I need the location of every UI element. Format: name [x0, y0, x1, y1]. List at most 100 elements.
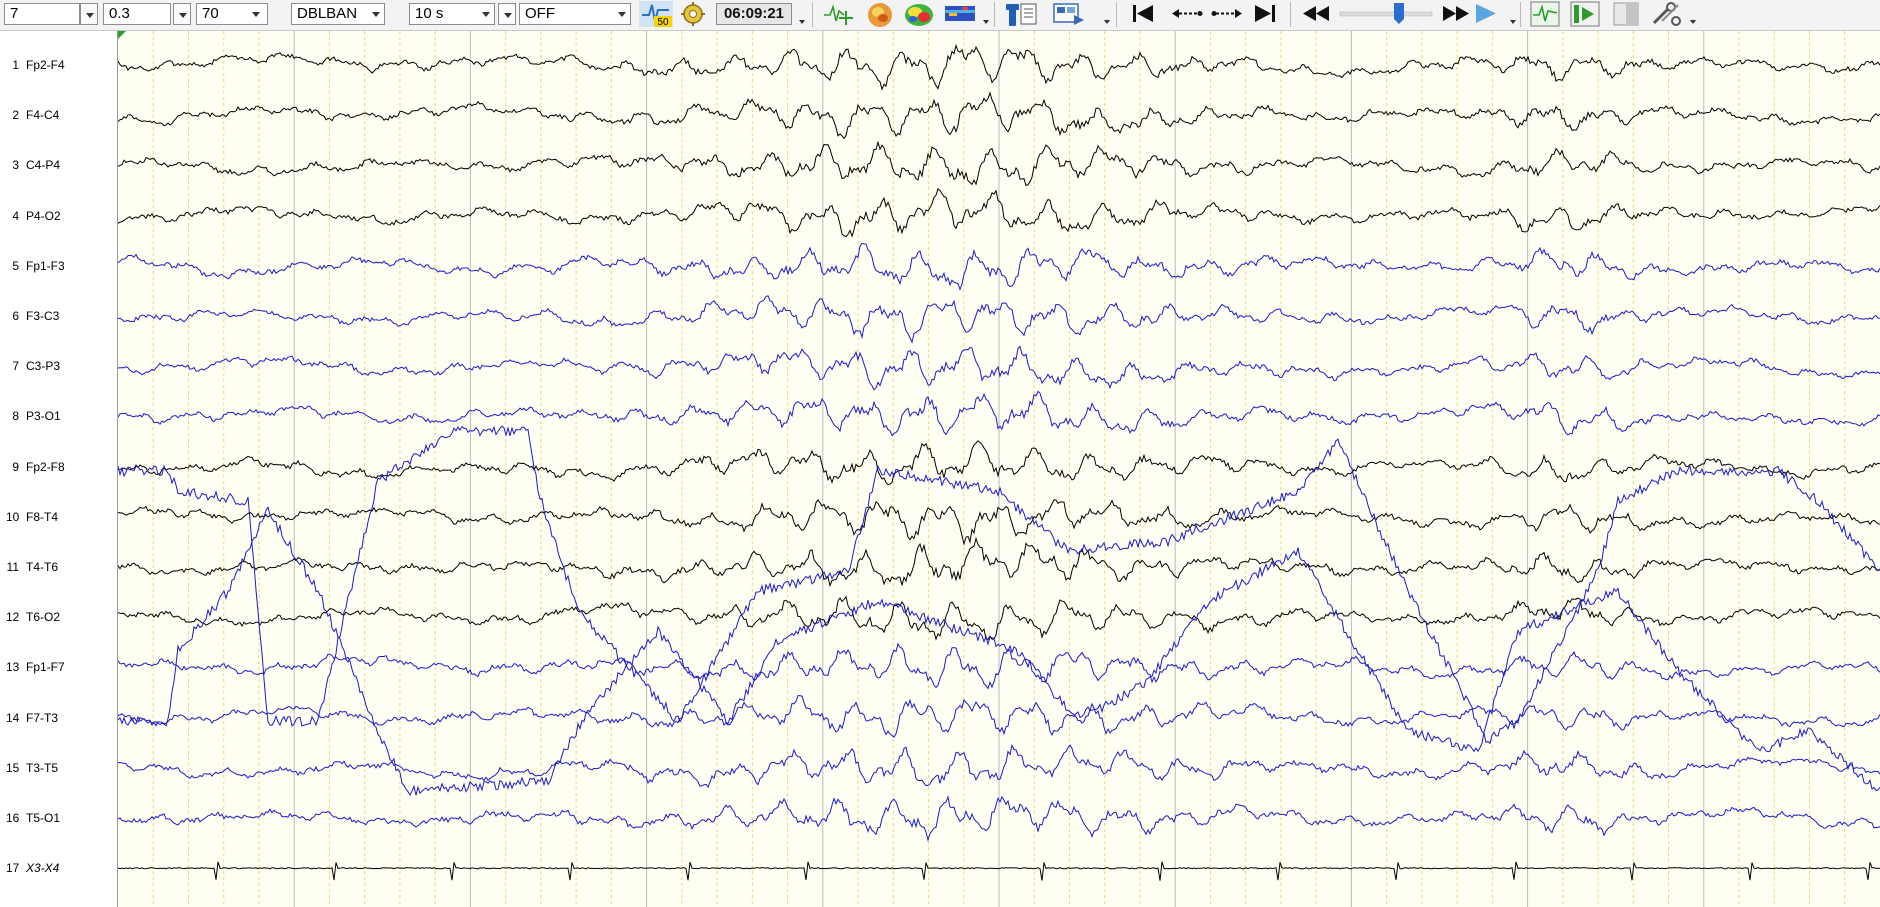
timebase-dropdown[interactable] [477, 4, 495, 24]
timebase-select[interactable]: 10 s [409, 3, 495, 25]
notch-select[interactable]: OFF [519, 3, 631, 25]
channel-label-17[interactable]: 17 X3-X4 [0, 859, 115, 877]
tools-icon[interactable] [1650, 1, 1684, 27]
low-filter-value: 0.3 [109, 5, 130, 22]
channel-label-7[interactable]: 7 C3-P3 [0, 357, 115, 375]
high-filter-value: 70 [202, 5, 219, 22]
toolbar-separator [994, 2, 995, 27]
channel-label-5[interactable]: 5 Fp1-F3 [0, 257, 115, 275]
channel-name: C4-P4 [26, 158, 61, 173]
go-end-icon[interactable] [1250, 1, 1280, 27]
channel-label-3[interactable]: 3 C4-P4 [0, 156, 115, 174]
channel-name: T4-T6 [26, 560, 59, 574]
window-icon[interactable] [1612, 1, 1640, 27]
page-start-marker [118, 31, 126, 39]
notch-badge-text: 50 [657, 17, 669, 27]
channel-number: 5 [12, 258, 19, 273]
channel-name: X3-X4 [26, 861, 60, 876]
head-map-icon[interactable] [864, 1, 896, 27]
eeg-waveform-canvas[interactable] [118, 31, 1880, 907]
notch-dropdown[interactable] [613, 4, 631, 24]
channel-name: F4-C4 [26, 108, 60, 123]
topo-map-icon[interactable] [902, 1, 936, 27]
channel-label-2[interactable]: 2 F4-C4 [0, 106, 115, 124]
channel-label-16[interactable]: 16 T5-O1 [0, 809, 115, 827]
channel-number: 14 [6, 710, 20, 725]
speed-slider[interactable] [1338, 1, 1434, 27]
montage-dropdown[interactable] [367, 4, 385, 24]
channel-number: 10 [6, 509, 20, 524]
time-dropdown[interactable] [799, 20, 805, 24]
channel-number: 13 [6, 660, 20, 675]
tools-dropdown[interactable] [1690, 20, 1696, 24]
toolbar-separator [1290, 2, 1291, 27]
channel-name: F3-C3 [26, 309, 60, 323]
play-dropdown[interactable] [1510, 20, 1516, 24]
event-next-icon[interactable] [1570, 1, 1600, 27]
channel-name: C3-P3 [26, 359, 61, 374]
channel-number: 12 [6, 610, 20, 625]
step-forward-icon[interactable] [1210, 1, 1244, 27]
video-dropdown[interactable] [1104, 20, 1110, 24]
fast-forward-icon[interactable] [1440, 1, 1472, 27]
toolbar-separator [1520, 2, 1521, 27]
montage-number-value: 7 [10, 5, 19, 22]
toolbar-separator [812, 2, 813, 27]
channel-number: 8 [12, 409, 19, 424]
channel-number: 4 [12, 208, 19, 223]
channel-label-9[interactable]: 9 Fp2-F8 [0, 458, 115, 476]
play-icon[interactable] [1470, 1, 1502, 27]
channel-name: Fp2-F8 [26, 459, 65, 474]
montage-number-dropdown[interactable] [80, 3, 98, 25]
channel-label-15[interactable]: 15 T3-T5 [0, 759, 115, 777]
channel-number: 17 [6, 861, 20, 876]
channel-name: Fp1-F7 [26, 660, 65, 675]
channel-name: Fp1-F3 [26, 258, 65, 273]
channel-number: 2 [12, 108, 19, 123]
channel-label-6[interactable]: 6 F3-C3 [0, 307, 115, 325]
montage-select[interactable]: DBLBAN [291, 3, 385, 25]
low-filter-select[interactable]: 0.3 [103, 3, 171, 25]
montage-editor-icon[interactable] [1004, 1, 1038, 27]
step-back-icon[interactable] [1170, 1, 1204, 27]
channel-label-10[interactable]: 10 F8-T4 [0, 508, 115, 526]
channel-label-8[interactable]: 8 P3-O1 [0, 407, 115, 425]
marker-add-icon[interactable] [822, 1, 854, 27]
channel-name: P4-O2 [26, 208, 61, 223]
channel-name: T3-T5 [26, 760, 59, 775]
go-start-icon[interactable] [1128, 1, 1158, 27]
channel-number: 3 [12, 158, 19, 173]
channel-name: F7-T3 [26, 710, 59, 725]
high-filter-dropdown[interactable] [247, 4, 265, 24]
channel-number: 6 [12, 309, 19, 323]
toolbar: 7 0.3 70 DBLBAN 10 s OFF 50 06:09:21 [0, 0, 1880, 31]
sensitivity-dropdown[interactable] [498, 3, 516, 25]
channel-label-11[interactable]: 11 T4-T6 [0, 558, 115, 576]
channel-label-column: 1 Fp2-F4 2 F4-C4 3 C4-P4 4 P4-O2 5 Fp1-F3 6 F3-C3 7 C… [0, 31, 118, 907]
high-filter-select[interactable]: 70 [196, 3, 268, 25]
spectrum-icon[interactable] [944, 1, 976, 27]
channel-number: 1 [12, 58, 19, 72]
channel-label-1[interactable]: 1 Fp2-F4 [0, 56, 115, 74]
channel-number: 16 [6, 811, 20, 825]
time-display: 06:09:21 [716, 3, 792, 25]
notch-filter-icon[interactable]: 50 [639, 1, 673, 27]
settings-gear-icon[interactable] [677, 1, 709, 27]
channel-label-13[interactable]: 13 Fp1-F7 [0, 658, 115, 676]
rewind-icon[interactable] [1300, 1, 1332, 27]
eeg-trace-area[interactable] [118, 31, 1880, 907]
toolbar-separator [1116, 2, 1117, 27]
channel-name: T5-O1 [26, 811, 61, 825]
notch-value: OFF [525, 5, 555, 22]
channel-label-12[interactable]: 12 T6-O2 [0, 608, 115, 626]
channel-name: F8-T4 [26, 509, 59, 524]
channel-number: 15 [6, 760, 20, 775]
channel-number: 7 [12, 359, 19, 374]
analysis-dropdown[interactable] [983, 20, 989, 24]
trend-icon[interactable] [1530, 1, 1560, 27]
video-icon[interactable] [1052, 1, 1086, 27]
channel-label-4[interactable]: 4 P4-O2 [0, 207, 115, 225]
channel-label-14[interactable]: 14 F7-T3 [0, 709, 115, 727]
montage-number-select[interactable]: 7 [4, 3, 80, 25]
low-filter-dropdown[interactable] [173, 3, 191, 25]
